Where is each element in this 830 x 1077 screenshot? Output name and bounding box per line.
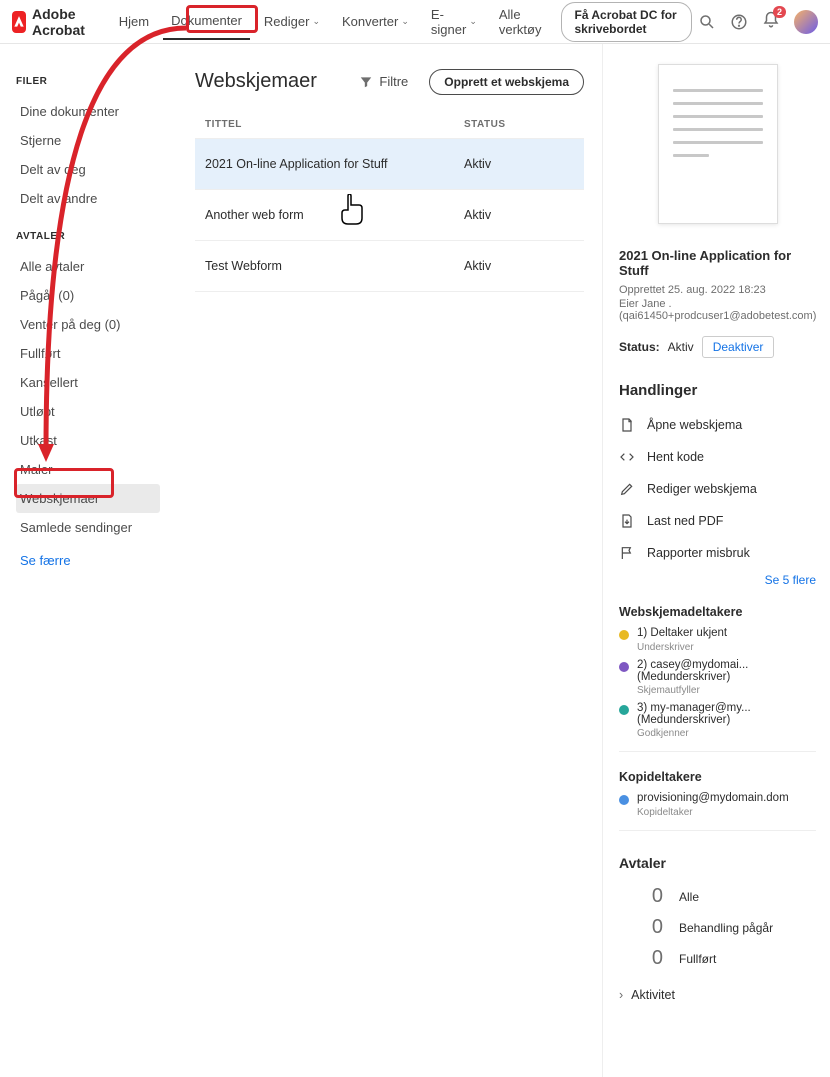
details-panel: 2021 On-line Application for Stuff Oppre…: [602, 44, 830, 1077]
code-icon: [619, 449, 635, 465]
nav-alltools[interactable]: Alle verktøy: [491, 0, 550, 47]
row-title: 2021 On-line Application for Stuff: [205, 157, 464, 171]
chevron-down-icon: ⌄: [312, 16, 320, 27]
sidebar-item-waiting-for-you[interactable]: Venter på deg (0): [16, 310, 160, 339]
sidebar-item-expired[interactable]: Utløpt: [16, 397, 160, 426]
sidebar-item-completed[interactable]: Fullført: [16, 339, 160, 368]
participant-row: 3) my-manager@my... (Medunderskriver): [619, 702, 816, 726]
agreement-count-row[interactable]: 0 Behandling pågår: [619, 912, 816, 943]
detail-owner: Eier Jane . (qai61450+prodcuser1@adobete…: [619, 298, 816, 322]
get-desktop-cta[interactable]: Få Acrobat DC for skrivebordet: [561, 2, 692, 42]
notifications-button[interactable]: 2: [762, 11, 780, 32]
sidebar-item-shared-by-you[interactable]: Delt av deg: [16, 155, 160, 184]
sidebar-see-fewer[interactable]: Se færre: [16, 546, 160, 575]
participant-role: Skjemautfyller: [637, 685, 816, 696]
nav-documents[interactable]: Dokumenter: [163, 3, 250, 40]
nav-convert[interactable]: Konverter⌄: [334, 4, 417, 39]
table-row[interactable]: Test Webform Aktiv: [195, 241, 584, 292]
participant-row: 1) Deltaker ukjent: [619, 627, 816, 640]
detail-created: Opprettet 25. aug. 2022 18:23: [619, 284, 816, 296]
actions-header: Handlinger: [619, 382, 816, 399]
sidebar-item-all-agreements[interactable]: Alle avtaler: [16, 252, 160, 281]
pencil-icon: [619, 481, 635, 497]
table-row[interactable]: Another web form Aktiv: [195, 190, 584, 241]
download-icon: [619, 513, 635, 529]
copy-participant-row: provisioning@mydomain.dom: [619, 792, 816, 805]
filter-icon: [359, 75, 373, 89]
sidebar: FILER Dine dokumenter Stjerne Delt av de…: [0, 44, 168, 1077]
sidebar-item-bulk-sends[interactable]: Samlede sendinger: [16, 513, 160, 542]
sidebar-item-your-documents[interactable]: Dine dokumenter: [16, 97, 160, 126]
deactivate-button[interactable]: Deaktiver: [702, 336, 775, 358]
acrobat-logo-icon: [12, 11, 26, 33]
row-title: Another web form: [205, 208, 464, 222]
column-title: TITTEL: [205, 119, 464, 130]
status-label: Status:: [619, 340, 660, 354]
participant-dot-icon: [619, 662, 629, 672]
notification-badge: 2: [773, 6, 786, 18]
row-status: Aktiv: [464, 259, 574, 273]
action-get-code[interactable]: Hent kode: [619, 441, 816, 473]
column-status: STATUS: [464, 119, 574, 130]
sidebar-item-cancelled[interactable]: Kansellert: [16, 368, 160, 397]
brand-label: Adobe Acrobat: [32, 6, 91, 38]
sidebar-item-in-progress[interactable]: Pågår (0): [16, 281, 160, 310]
user-avatar[interactable]: [794, 10, 818, 34]
participant-dot-icon: [619, 630, 629, 640]
nav-esign[interactable]: E-signer⌄: [423, 0, 485, 47]
main-content: Webskjemaer Filtre Opprett et webskjema …: [168, 44, 602, 1077]
sidebar-item-draft[interactable]: Utkast: [16, 426, 160, 455]
top-bar: Adobe Acrobat Hjem Dokumenter Rediger⌄ K…: [0, 0, 830, 44]
sidebar-item-webforms[interactable]: Webskjemaer: [16, 484, 160, 513]
agreement-count-row[interactable]: 0 Alle: [619, 881, 816, 912]
document-preview[interactable]: [658, 64, 778, 224]
participant-row: 2) casey@mydomai... (Medunderskriver): [619, 659, 816, 683]
nav-home[interactable]: Hjem: [111, 4, 157, 39]
participants-header: Webskjemadeltakere: [619, 605, 816, 619]
action-download-pdf[interactable]: Last ned PDF: [619, 505, 816, 537]
chevron-down-icon: ⌄: [401, 16, 409, 27]
search-icon[interactable]: [698, 13, 716, 31]
table-row[interactable]: 2021 On-line Application for Stuff Aktiv: [195, 138, 584, 190]
sidebar-item-templates[interactable]: Maler: [16, 455, 160, 484]
action-open-webform[interactable]: Åpne webskjema: [619, 409, 816, 441]
nav-edit[interactable]: Rediger⌄: [256, 4, 328, 39]
copy-participants-header: Kopideltakere: [619, 770, 816, 784]
participant-dot-icon: [619, 705, 629, 715]
see-more-actions[interactable]: Se 5 flere: [619, 573, 816, 587]
sidebar-files-header: FILER: [16, 76, 160, 87]
detail-title: 2021 On-line Application for Stuff: [619, 248, 816, 278]
help-icon[interactable]: [730, 13, 748, 31]
status-value: Aktiv: [668, 340, 694, 354]
participant-dot-icon: [619, 795, 629, 805]
page-title: Webskjemaer: [195, 70, 317, 93]
participant-role: Kopideltaker: [637, 807, 816, 818]
filter-button[interactable]: Filtre: [348, 68, 419, 95]
table-header: TITTEL STATUS: [195, 119, 584, 130]
sidebar-item-starred[interactable]: Stjerne: [16, 126, 160, 155]
row-title: Test Webform: [205, 259, 464, 273]
flag-icon: [619, 545, 635, 561]
file-icon: [619, 417, 635, 433]
sidebar-agreements-header: AVTALER: [16, 231, 160, 242]
participant-role: Underskriver: [637, 642, 816, 653]
action-edit-webform[interactable]: Rediger webskjema: [619, 473, 816, 505]
agreements-section-header: Avtaler: [619, 855, 816, 871]
action-report-abuse[interactable]: Rapporter misbruk: [619, 537, 816, 569]
participant-role: Godkjenner: [637, 728, 816, 739]
create-webform-button[interactable]: Opprett et webskjema: [429, 69, 584, 95]
chevron-down-icon: ⌄: [469, 16, 477, 27]
sidebar-item-shared-by-others[interactable]: Delt av andre: [16, 184, 160, 213]
row-status: Aktiv: [464, 208, 574, 222]
activity-toggle[interactable]: › Aktivitet: [619, 988, 816, 1002]
row-status: Aktiv: [464, 157, 574, 171]
agreement-count-row[interactable]: 0 Fullført: [619, 943, 816, 974]
chevron-right-icon: ›: [619, 988, 623, 1002]
